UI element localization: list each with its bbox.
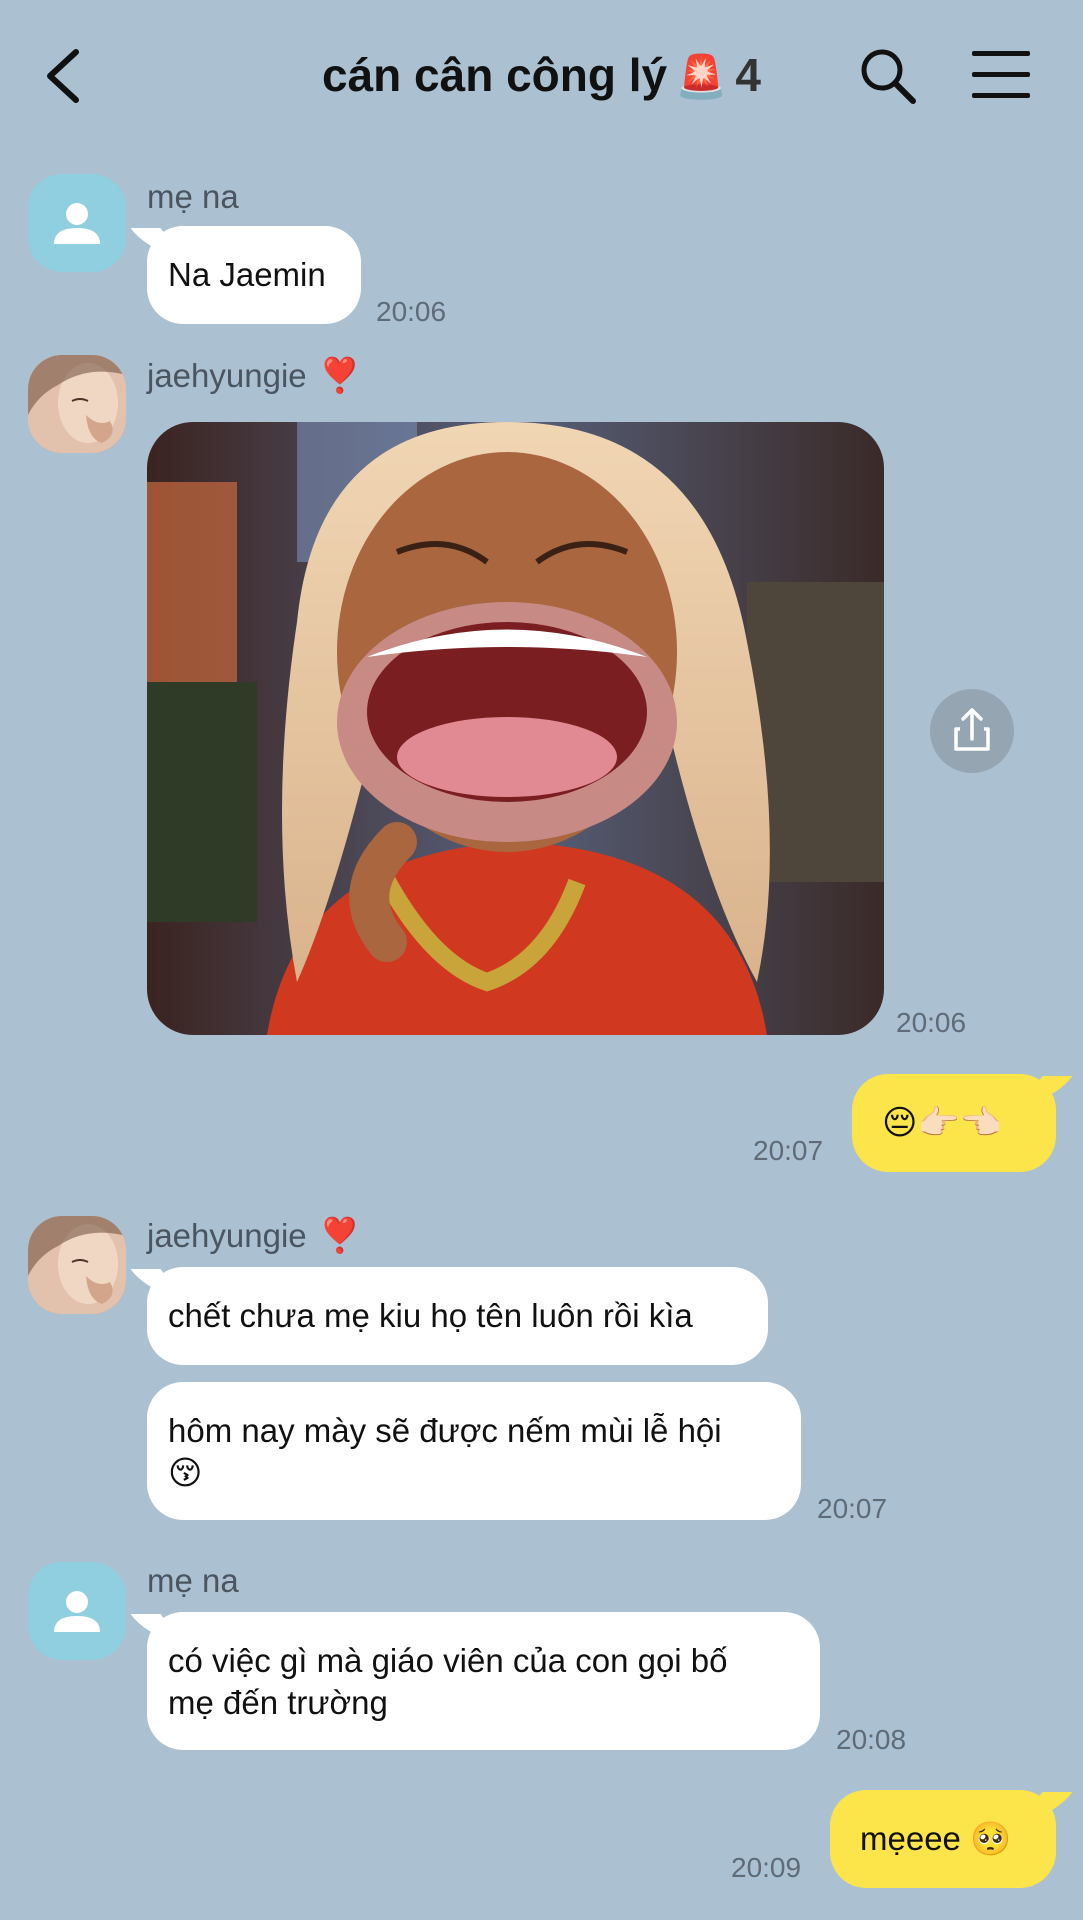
chat-title: cán cân công lý 🚨 4 [0,48,1083,102]
message-bubble[interactable]: có việc gì mà giáo viên của con gọi bố m… [147,1612,820,1750]
my-message-bubble[interactable]: mẹeee 🥺 [830,1790,1056,1888]
avatar-jaehyungie[interactable] [28,355,126,453]
share-icon [954,708,990,751]
message-time: 20:08 [836,1724,907,1755]
meme-image[interactable] [147,422,884,1035]
profile-photo [28,1216,126,1314]
heart-exclamation-emoji: ❣️ [318,1217,361,1255]
message-line: có việc gì mà giáo viên của con gọi bố [168,1642,728,1679]
sender-name: jaehyungie ❣️ [147,1216,361,1256]
avatar-me-na[interactable] [28,1562,126,1660]
message-line: mẹ đến trường [168,1684,388,1721]
menu-icon[interactable] [970,48,1032,100]
sender-name-text: jaehyungie [147,1217,307,1254]
siren-emoji: 🚨 [675,53,728,100]
my-message-bubble[interactable]: 😔👉🏻👈🏻 [852,1074,1056,1172]
message-bubble[interactable]: hôm nay mày sẽ được nếm mùi lễ hội 😚 [147,1382,801,1520]
meme-photo [147,422,884,1035]
message-time: 20:07 [817,1493,888,1524]
profile-photo [28,355,126,453]
share-button[interactable] [930,689,1014,773]
message-bubble[interactable]: chết chưa mẹ kiu họ tên luôn rồi kìa [147,1267,768,1365]
avatar-me-na[interactable] [28,174,126,272]
default-person-icon [54,203,100,244]
message-line: hôm nay mày sẽ được nếm mùi lễ hội [168,1412,722,1449]
default-person-icon [54,1591,100,1632]
chat-title-text: cán cân công lý [321,49,668,101]
chat-header: cán cân công lý 🚨 4 [0,0,1083,150]
message-time: 20:09 [731,1852,802,1883]
message-bubble[interactable]: Na Jaemin [147,226,361,324]
sender-name: jaehyungie ❣️ [147,356,361,396]
message-time: 20:06 [896,1007,967,1038]
avatar-jaehyungie[interactable] [28,1216,126,1314]
message-time: 20:07 [753,1135,824,1166]
heart-exclamation-emoji: ❣️ [318,357,361,395]
search-icon[interactable] [858,46,918,106]
message-time: 20:06 [376,296,447,327]
sender-name-text: jaehyungie [147,357,307,394]
sender-name: mẹ na [147,1562,239,1599]
sender-name: mẹ na [147,178,239,215]
kissing-emoji: 😚 [168,1454,203,1491]
member-count: 4 [735,49,761,101]
